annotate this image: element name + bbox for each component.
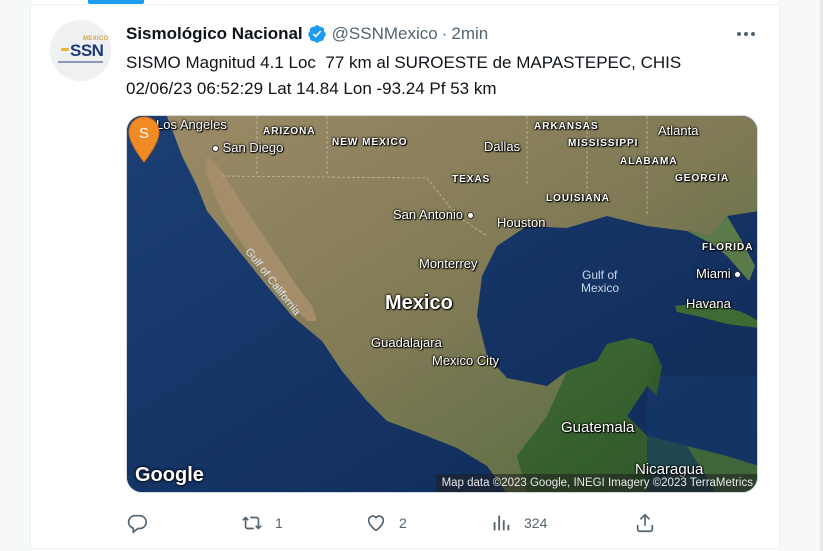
map-label-havana: Havana [686, 296, 731, 311]
more-options-icon[interactable] [734, 24, 758, 44]
display-name[interactable]: Sismológico Nacional [126, 24, 303, 44]
map-label-alabama: ALABAMA [620, 156, 678, 167]
map-label-mississippi: MISSISSIPPI [568, 138, 639, 149]
map-label-los-angeles: Los Angeles [156, 117, 227, 132]
user-handle[interactable]: @SSNMexico [332, 24, 438, 44]
map-label-florida: FLORIDA [702, 242, 754, 253]
right-column-background [780, 0, 823, 551]
map-label-gulf-of-mexico-line2: Mexico [581, 281, 620, 295]
map-label-miami-text: Miami [696, 266, 731, 281]
map-label-san-diego: San Diego [212, 140, 283, 155]
map-attribution: Map data ©2023 Google, INEGI Imagery ©20… [435, 474, 757, 492]
city-dot [466, 212, 474, 220]
map-label-louisiana: LOUISIANA [546, 193, 610, 204]
tweet-text: SISMO Magnitud 4.1 Loc 77 km al SUROESTE… [126, 50, 766, 102]
verified-badge-icon [307, 25, 326, 43]
map-label-san-diego-text: San Diego [222, 140, 284, 155]
map-label-guadalajara: Guadalajara [371, 335, 442, 350]
views-count: 324 [524, 515, 548, 531]
map-label-arkansas: ARKANSAS [534, 121, 599, 132]
map-label-san-antonio-text: San Antonio [393, 207, 464, 222]
separator-dot: · [441, 24, 448, 43]
map-image[interactable]: Los Angeles ARIZONA NEW MEXICO ARKANSAS … [126, 115, 758, 493]
avatar-star-mark [61, 48, 69, 51]
map-label-houston: Houston [497, 215, 546, 230]
retweet-count: 1 [275, 515, 283, 531]
tweet-header: Sismológico Nacional @SSNMexico · 2min [126, 23, 488, 45]
city-dot [212, 145, 219, 153]
avatar[interactable]: MEXICO SSN [50, 20, 111, 81]
retweet-button[interactable]: 1 [241, 508, 283, 538]
map-location-pin-icon[interactable]: S [127, 116, 161, 164]
map-label-gulf-of-mexico-line1: Gulf of [582, 268, 618, 282]
map-label-dallas: Dallas [484, 139, 521, 154]
map-label-arizona: ARIZONA [263, 126, 316, 137]
reply-button[interactable] [126, 508, 160, 538]
like-count: 2 [399, 515, 407, 531]
map-label-atlanta: Atlanta [658, 123, 699, 138]
right-divider [779, 0, 780, 551]
map-label-mexico-city: Mexico City [432, 353, 500, 368]
like-button[interactable]: 2 [365, 508, 407, 538]
retweet-icon [242, 516, 262, 530]
top-divider [31, 4, 779, 5]
heart-icon [367, 515, 385, 532]
map-label-miami: Miami [696, 266, 742, 281]
map-label-new-mexico: NEW MEXICO [332, 137, 408, 148]
left-divider [30, 0, 31, 551]
share-icon [636, 513, 654, 533]
tweet-text-line: 02/06/23 06:52:29 Lat 14.84 Lon -93.24 P… [126, 79, 497, 98]
bottom-divider [31, 548, 779, 549]
views-chart-icon [493, 515, 510, 531]
map-label-georgia: GEORGIA [675, 173, 730, 184]
map-label-monterrey: Monterrey [419, 256, 478, 271]
google-logo: Google [135, 464, 204, 486]
views-button[interactable]: 324 [490, 508, 547, 538]
city-dot [734, 271, 742, 279]
map-label-mexico: Mexico [385, 292, 453, 314]
tweet-timestamp[interactable]: 2min [451, 24, 488, 44]
avatar-logo-text: SSN [70, 41, 104, 60]
map-label-san-antonio: San Antonio [393, 207, 474, 222]
tweet-text-line: SISMO Magnitud 4.1 Loc 77 km al SUROESTE… [126, 53, 682, 72]
left-column-background [0, 0, 31, 551]
avatar-subtitle-line [58, 61, 103, 63]
share-button[interactable] [634, 508, 656, 538]
pin-letter: S [139, 125, 149, 142]
map-label-guatemala: Guatemala [561, 419, 635, 436]
reply-icon [127, 514, 147, 534]
tweet-actions: 1 2 324 [126, 508, 766, 538]
map-label-texas: TEXAS [452, 174, 491, 185]
